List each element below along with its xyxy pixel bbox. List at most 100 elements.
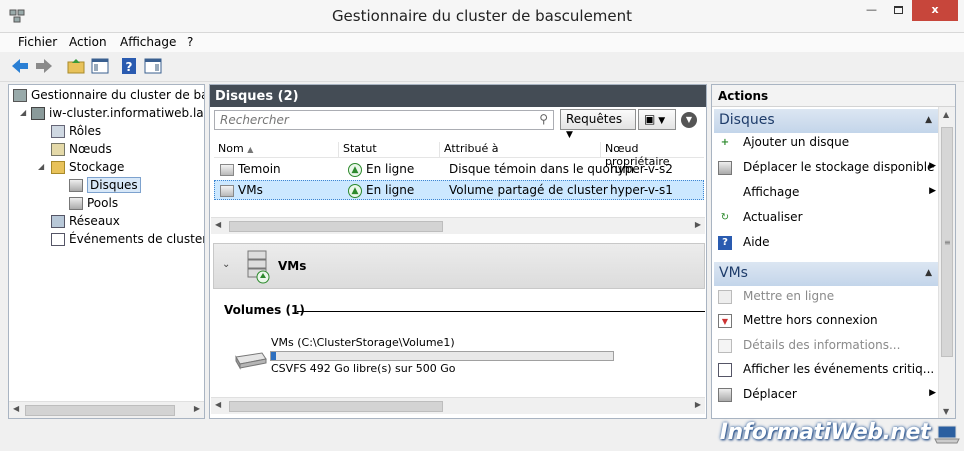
action-label: Aide (743, 235, 770, 249)
laptop-icon (934, 425, 960, 444)
tree-item-events[interactable]: Événements de cluster (51, 230, 205, 248)
action-help[interactable]: ? Aide (718, 235, 936, 255)
show-hide-tree-icon[interactable] (90, 56, 110, 76)
tree-item-disks[interactable]: Disques (69, 176, 141, 194)
actions-vertical-scrollbar[interactable]: ▲ ≡ ▼ (938, 107, 955, 418)
section-disks[interactable]: Disques ▲ (714, 109, 938, 133)
tree-item-pools[interactable]: Pools (69, 194, 118, 212)
scroll-right-icon[interactable]: ▶ (695, 220, 701, 229)
tree-item-nodes[interactable]: Nœuds (51, 140, 112, 158)
column-assigned[interactable]: Attribué à (439, 142, 600, 158)
tree-horizontal-scrollbar[interactable]: ◀ ▶ (9, 401, 204, 418)
online-arrow-icon: ▲ (348, 183, 362, 198)
refresh-icon: ↻ (720, 211, 730, 223)
scroll-right-icon[interactable]: ▶ (695, 400, 701, 409)
action-add-disk[interactable]: + Ajouter un disque (718, 135, 936, 155)
cluster-manager-icon (13, 89, 27, 102)
tree-item-cluster[interactable]: iw-cluster.informatiweb.lan (31, 104, 204, 122)
networks-icon (51, 215, 65, 228)
blank-icon (718, 186, 732, 200)
volume-usage-bar (270, 351, 614, 361)
owner-cell: hyper-v-s2 (610, 162, 673, 176)
scroll-thumb[interactable]: ≡ (941, 127, 953, 357)
collapse-arrow-icon[interactable]: ▲ (925, 115, 932, 125)
menu-fichier[interactable]: Fichier (18, 35, 57, 49)
scroll-thumb[interactable] (25, 405, 175, 416)
action-info-details[interactable]: Détails des informations... (718, 338, 936, 358)
tree-item-roles[interactable]: Rôles (51, 122, 101, 140)
column-status[interactable]: Statut (338, 142, 439, 158)
scroll-left-icon[interactable]: ◀ (215, 220, 221, 229)
volumes-title: Volumes (1) (224, 303, 305, 317)
take-offline-icon: ▼ (718, 313, 732, 328)
info-details-icon (718, 338, 732, 353)
actions-header: Actions (712, 85, 955, 107)
close-button[interactable]: x (912, 0, 958, 21)
detail-header[interactable]: ⌄ VMs (213, 243, 705, 289)
action-view[interactable]: Affichage ▶ (718, 185, 936, 205)
section-label: Disques (719, 112, 775, 128)
action-label: Mettre en ligne (743, 289, 835, 303)
back-arrow-icon[interactable] (10, 56, 30, 76)
action-take-offline[interactable]: ▼ Mettre hors connexion (718, 313, 936, 333)
expand-collapse-icon[interactable]: ▼ (681, 112, 697, 128)
minimize-button[interactable]: — (858, 0, 885, 21)
scroll-left-icon[interactable]: ◀ (13, 404, 19, 413)
section-vms[interactable]: VMs ▲ (714, 262, 938, 286)
action-label: Déplacer (743, 387, 797, 401)
submenu-arrow-icon: ▶ (929, 388, 936, 398)
list-horizontal-scrollbar[interactable]: ◀ ▶ (211, 217, 705, 234)
tree-item-root[interactable]: Gestionnaire du cluster de bascu (13, 86, 204, 104)
column-name[interactable]: Nom ▲ (214, 142, 338, 158)
table-row[interactable]: Temoin ▲ En ligne Disque témoin dans le q… (214, 159, 704, 179)
roles-icon (51, 125, 65, 138)
forward-arrow-icon[interactable] (34, 56, 54, 76)
tree-item-networks[interactable]: Réseaux (51, 212, 120, 230)
action-show-critical-events[interactable]: Afficher les événements critiq... (718, 362, 936, 382)
menu-affichage[interactable]: Affichage (120, 35, 176, 49)
search-icon[interactable]: ⚲ (539, 112, 548, 126)
action-refresh[interactable]: ↻ Actualiser (718, 210, 936, 230)
disk-name-cell: VMs (220, 183, 263, 197)
disk-stack-icon (247, 250, 270, 284)
scroll-thumb[interactable] (229, 401, 443, 412)
help-icon[interactable]: ? (119, 56, 139, 76)
scroll-right-icon[interactable]: ▶ (194, 404, 200, 413)
detail-horizontal-scrollbar[interactable]: ◀ ▶ (211, 397, 705, 414)
scroll-up-icon[interactable]: ▲ (943, 110, 949, 119)
collapse-arrow-icon[interactable]: ▲ (925, 268, 932, 278)
toolbar: ? (0, 52, 964, 82)
queries-button[interactable]: Requêtes ▼ (560, 109, 636, 140)
usage-fill (271, 352, 277, 360)
menu-action[interactable]: Action (69, 35, 107, 49)
menu-help[interactable]: ? (187, 35, 193, 49)
search-input[interactable]: Rechercher ⚲ (214, 110, 554, 130)
action-bring-online[interactable]: Mettre en ligne (718, 289, 936, 309)
cluster-icon (31, 107, 45, 120)
tree-item-label: Événements de cluster (69, 232, 205, 246)
dropdown-arrow-icon: ▼ (655, 116, 666, 126)
save-query-button[interactable]: ▣ ▼ (638, 109, 676, 130)
assigned-cell: Disque témoin dans le quorum (449, 162, 635, 176)
chevron-down-icon[interactable]: ⌄ (222, 259, 230, 270)
collapse-arrow-icon[interactable]: ◢ (20, 108, 26, 117)
svg-text:?: ? (126, 60, 133, 74)
tree-item-storage[interactable]: Stockage (51, 158, 124, 176)
cell-text: En ligne (366, 162, 415, 176)
action-move-available-storage[interactable]: Déplacer le stockage disponible ▶ (718, 160, 936, 180)
action-move[interactable]: Déplacer ▶ (718, 387, 936, 407)
scroll-thumb[interactable] (229, 221, 443, 232)
grip-icon: ≡ (944, 238, 951, 247)
up-folder-icon[interactable] (66, 56, 86, 76)
table-row[interactable]: VMs ▲ En ligne Volume partagé de cluster … (214, 180, 704, 200)
move-icon (718, 387, 732, 402)
cell-text: En ligne (366, 183, 415, 197)
column-owner[interactable]: Nœud propriétaire (600, 142, 704, 168)
owner-cell: hyper-v-s1 (610, 183, 673, 197)
scroll-left-icon[interactable]: ◀ (215, 400, 221, 409)
collapse-arrow-icon[interactable]: ◢ (38, 162, 44, 171)
show-hide-action-pane-icon[interactable] (143, 56, 163, 76)
maximize-button[interactable] (885, 0, 912, 21)
submenu-arrow-icon: ▶ (929, 161, 936, 171)
scroll-down-icon[interactable]: ▼ (943, 407, 949, 416)
